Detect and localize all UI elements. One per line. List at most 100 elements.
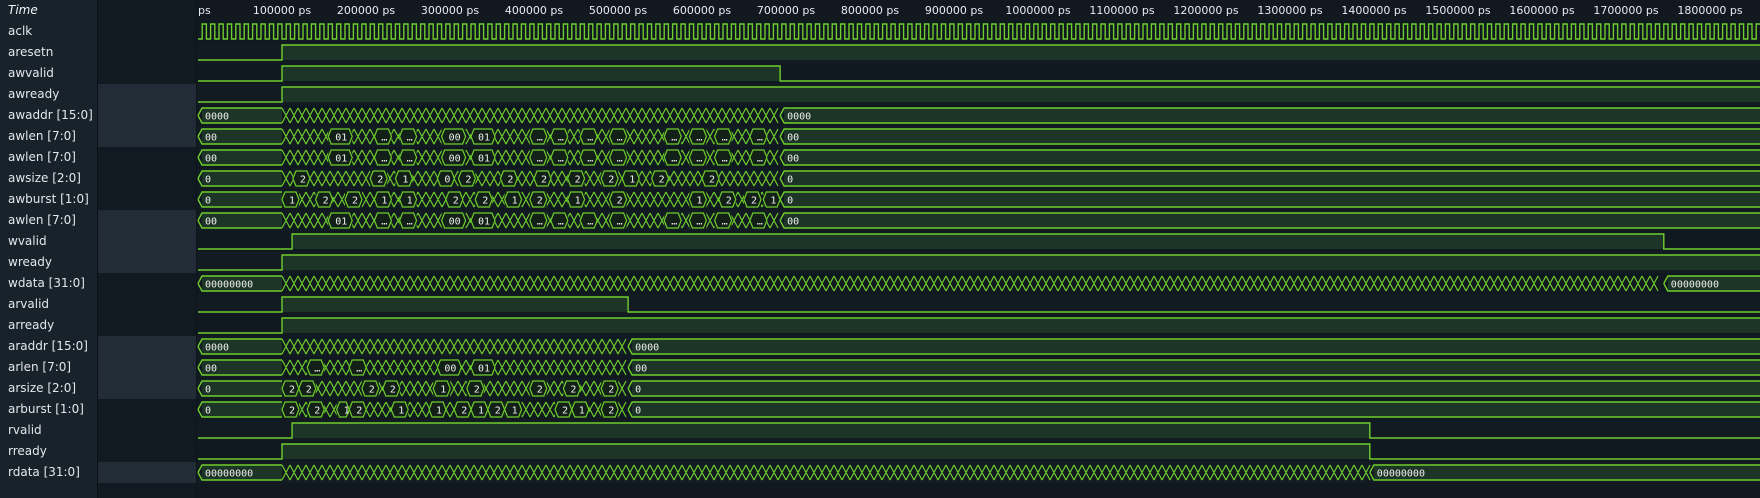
- bus-value-label: 0: [205, 196, 211, 207]
- signal-name[interactable]: arlen [7:0]: [8, 357, 96, 378]
- bus-value-label: 2: [300, 175, 306, 186]
- bus-value-label: 2: [495, 406, 501, 417]
- bus-value-label: …: [314, 364, 320, 375]
- wave-aresetn[interactable]: [198, 44, 1760, 61]
- high-fill: [282, 87, 1760, 102]
- signal-value-cell: [98, 294, 197, 315]
- signal-name[interactable]: arvalid: [8, 294, 96, 315]
- bus-value-label: …: [722, 133, 728, 144]
- bus-value-label: 2: [323, 196, 329, 207]
- signal-name[interactable]: wready: [8, 252, 96, 273]
- signal-name[interactable]: arready: [8, 315, 96, 336]
- signal-name[interactable]: arsize [2:0]: [8, 378, 96, 399]
- high-fill: [282, 66, 781, 81]
- bus-value-label: 2: [377, 175, 383, 186]
- signal-name[interactable]: awready: [8, 84, 96, 105]
- bus-value-label: 00000000: [205, 280, 253, 291]
- bus-value-label: 2: [726, 196, 732, 207]
- bus-value-label: …: [671, 217, 677, 228]
- signal-name[interactable]: awaddr [15:0]: [8, 105, 96, 126]
- bus-value-label: 01: [478, 154, 490, 165]
- bus-value-label: 1: [579, 406, 585, 417]
- high-fill: [292, 234, 1664, 249]
- bus-value-label: …: [558, 133, 564, 144]
- bus-value-label: …: [587, 217, 593, 228]
- signal-value-cell: [98, 189, 197, 210]
- bus-value-label: 2: [289, 406, 295, 417]
- signal-value-cell: [98, 252, 197, 273]
- bus-value-label: 2: [474, 385, 480, 396]
- bus-value-label: 00: [205, 154, 217, 165]
- bus-value-label: …: [671, 133, 677, 144]
- signal-value-cell: [98, 462, 197, 483]
- signal-name[interactable]: wdata [31:0]: [8, 273, 96, 294]
- bus-value-label: 2: [461, 406, 467, 417]
- bus-value-label: 00: [205, 217, 217, 228]
- wave-arburst[interactable]: 022121121212120: [197, 401, 1760, 418]
- signal-name[interactable]: awlen [7:0]: [8, 147, 96, 168]
- bus-value-label: …: [696, 154, 702, 165]
- waveform-canvas[interactable]: ps 100000 ps 200000 ps 300000 ps 400000 ps 50…: [196, 0, 1760, 498]
- high-fill: [282, 255, 1760, 270]
- signal-name[interactable]: rvalid: [8, 420, 96, 441]
- signal-value-cell: [98, 210, 197, 231]
- bus-value-label: 01: [335, 217, 347, 228]
- bus-value-label: …: [558, 154, 564, 165]
- wave-arready[interactable]: [198, 317, 1760, 334]
- bus-value-label: 2: [575, 175, 581, 186]
- bus-value-label: …: [757, 154, 763, 165]
- bus-value-label: …: [381, 154, 387, 165]
- time-tick-label: 1300000 ps: [1257, 4, 1322, 17]
- signal-name[interactable]: arburst [1:0]: [8, 399, 96, 420]
- bus-seg-fill: [632, 381, 1760, 396]
- signal-name[interactable]: awburst [1:0]: [8, 189, 96, 210]
- bus-value-label: …: [537, 217, 543, 228]
- wave-awready[interactable]: [198, 86, 1760, 103]
- time-tick-label: 1100000 ps: [1089, 4, 1154, 17]
- bus-value-label: 0000: [635, 343, 659, 354]
- bus-value-label: 1: [629, 175, 635, 186]
- bus-value-label: 1: [512, 196, 518, 207]
- signal-name[interactable]: aclk: [8, 21, 96, 42]
- bus-value-label: …: [381, 217, 387, 228]
- signal-name[interactable]: wvalid: [8, 231, 96, 252]
- bus-value-label: 00000000: [205, 469, 253, 480]
- wave-wvalid[interactable]: [198, 233, 1760, 250]
- bus-value-label: 0000: [787, 112, 811, 123]
- signal-name[interactable]: aresetn: [8, 42, 96, 63]
- bus-seg-fill: [632, 402, 1760, 417]
- bus-value-label: …: [587, 133, 593, 144]
- signal-name[interactable]: awsize [2:0]: [8, 168, 96, 189]
- signal-value-cell: [98, 336, 197, 357]
- bus-seg-fill: [784, 129, 1760, 144]
- bus-value-label: …: [537, 154, 543, 165]
- signal-name[interactable]: rready: [8, 441, 96, 462]
- high-fill: [292, 423, 1370, 438]
- signal-name[interactable]: araddr [15:0]: [8, 336, 96, 357]
- signal-name[interactable]: awlen [7:0]: [8, 210, 96, 231]
- bus-value-label: …: [757, 217, 763, 228]
- bus-value-label: 1: [478, 406, 484, 417]
- bus-value-label: 00: [449, 154, 461, 165]
- signal-value-cell: [98, 273, 197, 294]
- bus-value-label: 2: [352, 196, 358, 207]
- time-tick-label: 400000 ps: [505, 4, 563, 17]
- signal-name[interactable]: awvalid: [8, 63, 96, 84]
- bus-value-label: 0: [205, 385, 211, 396]
- bus-value-label: 00000000: [1671, 280, 1719, 291]
- bus-value-label: 00: [787, 133, 799, 144]
- bus-value-label: …: [722, 217, 728, 228]
- signal-value-cell: [98, 231, 197, 252]
- bus-value-label: …: [757, 133, 763, 144]
- bus-value-label: 1: [696, 196, 702, 207]
- signal-value-cell: [98, 357, 197, 378]
- time-tick-label: 900000 ps: [925, 4, 983, 17]
- signal-name[interactable]: rdata [31:0]: [8, 462, 96, 483]
- wave-wready[interactable]: [198, 254, 1760, 271]
- bus-value-label: 1: [344, 406, 350, 417]
- bus-value-label: 0: [205, 406, 211, 417]
- bus-value-label: …: [587, 154, 593, 165]
- bus-value-label: 2: [314, 406, 320, 417]
- bus-value-label: 00: [449, 217, 461, 228]
- signal-name[interactable]: awlen [7:0]: [8, 126, 96, 147]
